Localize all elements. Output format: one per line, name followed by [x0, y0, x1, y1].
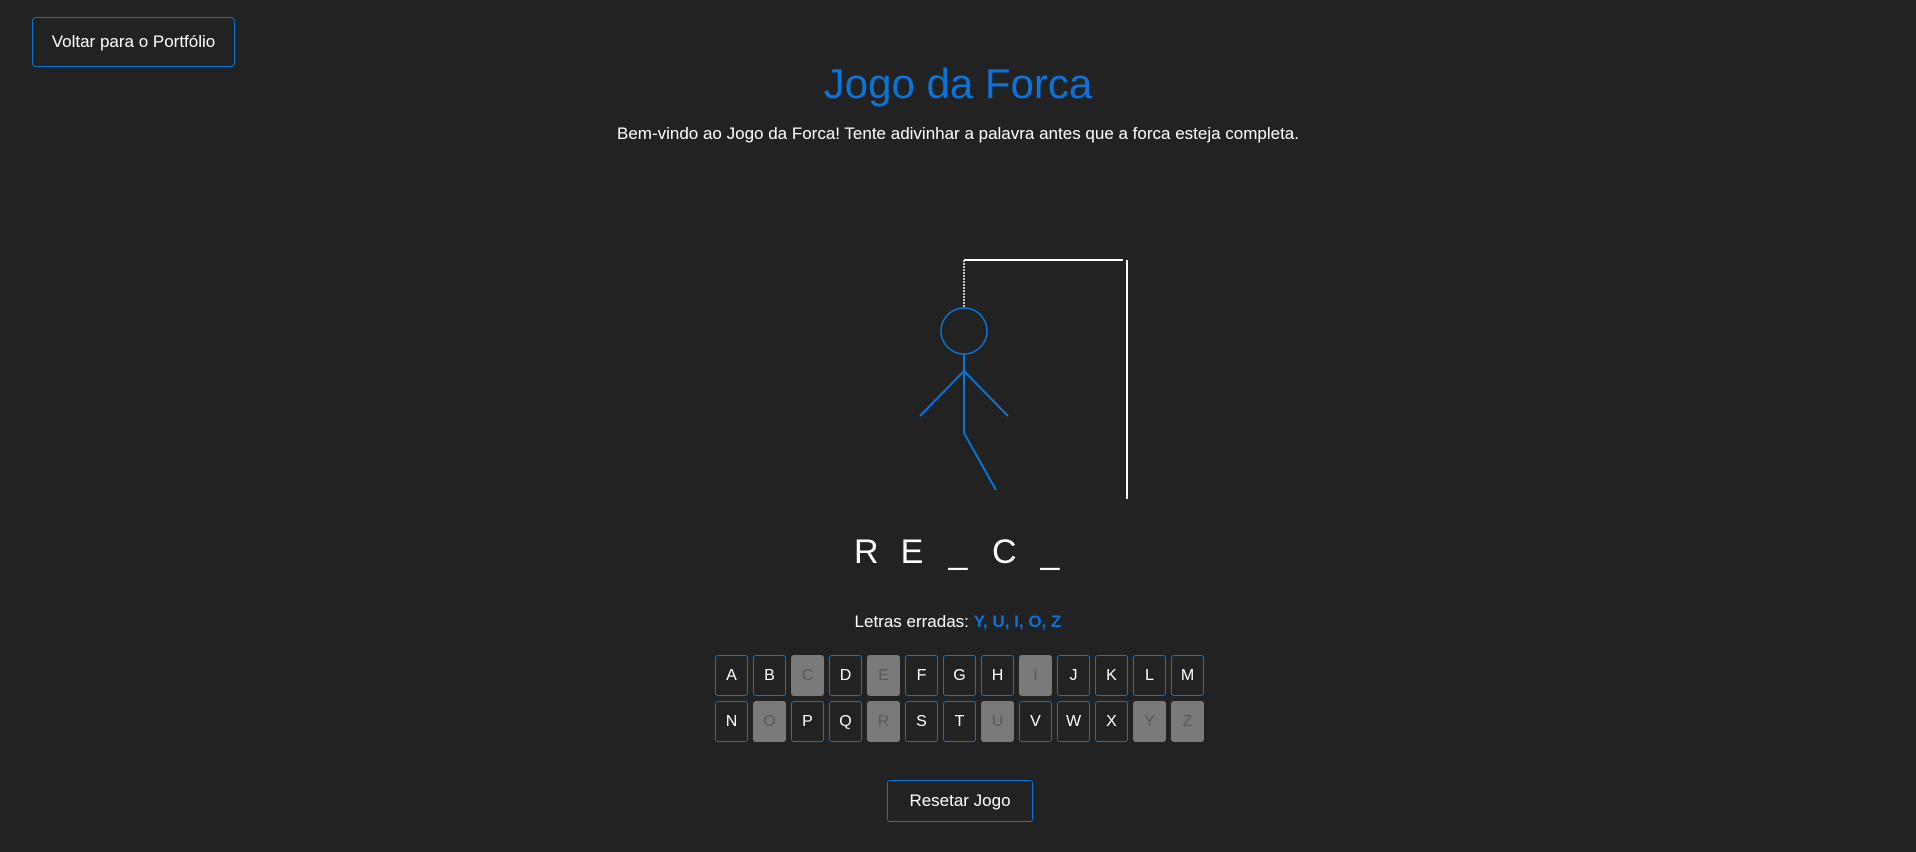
- key-z: Z: [1171, 701, 1204, 742]
- word-letter: _: [948, 533, 968, 571]
- key-u: U: [981, 701, 1014, 742]
- page-subtitle: Bem-vindo ao Jogo da Forca! Tente adivin…: [617, 124, 1299, 143]
- hangman-right-arm: [963, 370, 1009, 417]
- key-r: R: [867, 701, 900, 742]
- word-letter: C: [992, 533, 1017, 571]
- keyboard-row-2: N O P Q R S T U V W X Y Z: [715, 701, 1205, 742]
- word-letter: E: [900, 533, 924, 571]
- key-l[interactable]: L: [1133, 655, 1166, 696]
- key-k[interactable]: K: [1095, 655, 1128, 696]
- word-letter: R: [854, 533, 879, 571]
- hangman-right-leg: [963, 432, 997, 491]
- key-d[interactable]: D: [829, 655, 862, 696]
- keyboard-row-1: A B C D E F G H I J K L M: [715, 655, 1205, 696]
- key-x[interactable]: X: [1095, 701, 1128, 742]
- key-a[interactable]: A: [715, 655, 748, 696]
- hangman-drawing: [919, 259, 1128, 499]
- key-o: O: [753, 701, 786, 742]
- key-n[interactable]: N: [715, 701, 748, 742]
- key-v[interactable]: V: [1019, 701, 1052, 742]
- key-m[interactable]: M: [1171, 655, 1204, 696]
- page-title: Jogo da Forca: [823, 60, 1093, 107]
- key-t[interactable]: T: [943, 701, 976, 742]
- key-g[interactable]: G: [943, 655, 976, 696]
- key-c: C: [791, 655, 824, 696]
- hangman-left-arm: [919, 370, 965, 417]
- word-letter: _: [1040, 533, 1060, 571]
- key-b[interactable]: B: [753, 655, 786, 696]
- hangman-head: [940, 307, 988, 355]
- key-y: Y: [1133, 701, 1166, 742]
- wrong-letters-row: Letras erradas: Y, U, I, O, Z: [0, 612, 1916, 632]
- reset-game-button[interactable]: Resetar Jogo: [887, 780, 1033, 822]
- letter-keyboard: A B C D E F G H I J K L M N O P Q R S T …: [715, 655, 1205, 747]
- key-s[interactable]: S: [905, 701, 938, 742]
- key-q[interactable]: Q: [829, 701, 862, 742]
- key-h[interactable]: H: [981, 655, 1014, 696]
- word-display: R E _ C _: [0, 533, 1916, 572]
- wrong-letters-label: Letras erradas:: [854, 612, 974, 631]
- key-f[interactable]: F: [905, 655, 938, 696]
- key-e: E: [867, 655, 900, 696]
- wrong-letters-list: Y, U, I, O, Z: [973, 612, 1062, 631]
- key-w[interactable]: W: [1057, 701, 1090, 742]
- key-j[interactable]: J: [1057, 655, 1090, 696]
- key-p[interactable]: P: [791, 701, 824, 742]
- key-i: I: [1019, 655, 1052, 696]
